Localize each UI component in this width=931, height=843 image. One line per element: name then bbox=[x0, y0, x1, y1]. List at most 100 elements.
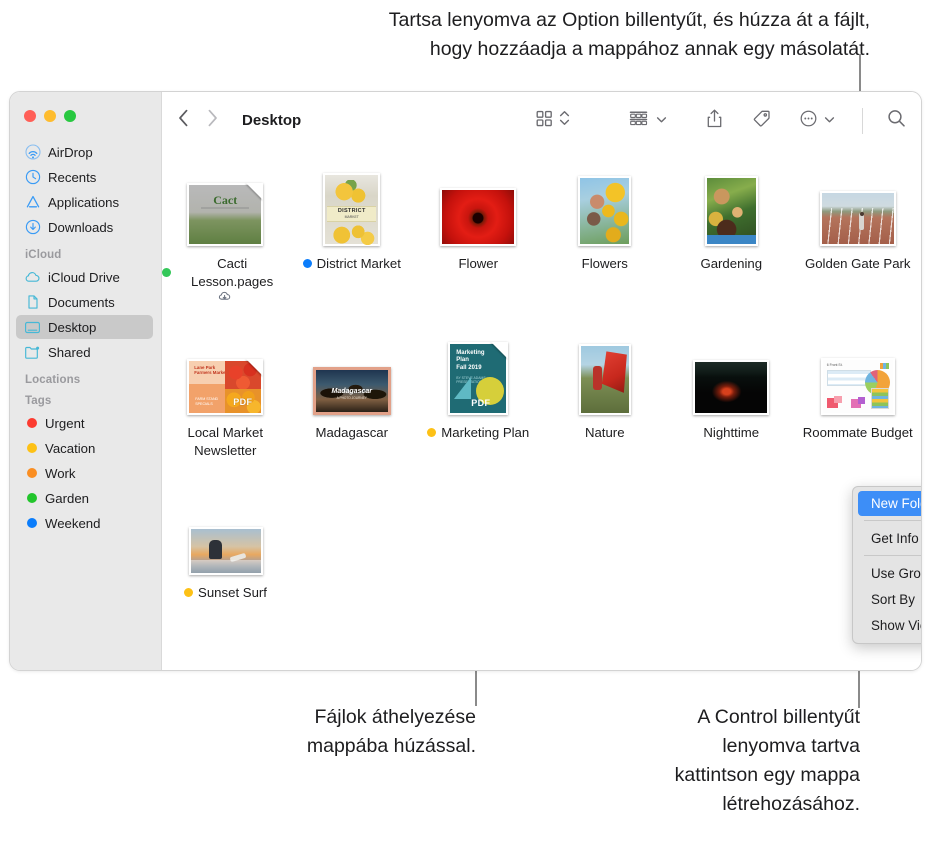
file-thumbnail bbox=[578, 335, 631, 415]
menu-item-show-view-options[interactable]: Show View Options bbox=[853, 612, 921, 638]
file-name-text: Gardening bbox=[700, 256, 763, 271]
menu-item-label: Sort By bbox=[871, 591, 915, 607]
file-label: Nature bbox=[542, 424, 668, 442]
sidebar-item-desktop[interactable]: Desktop bbox=[16, 315, 153, 339]
more-actions-button[interactable] bbox=[799, 109, 835, 133]
file-label: Flowers bbox=[542, 255, 668, 273]
tag-icon[interactable] bbox=[751, 108, 772, 134]
chevron-down-icon[interactable] bbox=[656, 112, 667, 130]
sidebar-item-icloud-drive[interactable]: iCloud Drive bbox=[16, 265, 153, 289]
icloud-download-icon[interactable] bbox=[218, 290, 232, 302]
sidebar-header-icloud: iCloud bbox=[25, 249, 62, 261]
file-item-cacti-lesson[interactable]: Cact Cacti Lesson.pages bbox=[162, 157, 289, 302]
file-item-sunset-surf[interactable]: Sunset Surf bbox=[162, 486, 289, 602]
sidebar-tag-urgent[interactable]: Urgent bbox=[16, 411, 153, 435]
window-controls bbox=[24, 110, 76, 122]
file-label: Local Market Newsletter bbox=[162, 424, 288, 459]
toolbar-divider bbox=[862, 107, 863, 134]
file-name-text: Cacti Lesson.pages bbox=[191, 256, 274, 289]
sidebar-item-label: AirDrop bbox=[48, 144, 93, 160]
ellipsis-circle-icon bbox=[799, 109, 818, 133]
desktop-icon bbox=[24, 319, 41, 336]
icon-view-grid-icon[interactable] bbox=[535, 109, 554, 133]
sidebar-item-label: Recents bbox=[48, 169, 97, 185]
sidebar-item-shared[interactable]: Shared bbox=[16, 340, 153, 364]
file-name-text: Madagascar bbox=[315, 425, 389, 440]
file-name-text: Nighttime bbox=[703, 425, 760, 440]
file-item-marketing-plan[interactable]: Marketing Plan Fall 2019 BY STEVE ADAMS PRE… bbox=[415, 326, 542, 459]
applications-icon bbox=[24, 194, 41, 211]
sidebar-item-applications[interactable]: Applications bbox=[16, 190, 153, 214]
menu-item-label: Show View Options bbox=[871, 617, 921, 633]
file-label: Madagascar bbox=[289, 424, 415, 442]
file-item-flowers[interactable]: Flowers bbox=[542, 157, 669, 302]
file-label: Sunset Surf bbox=[163, 584, 289, 602]
file-thumbnail bbox=[704, 166, 758, 246]
file-name-text: Sunset Surf bbox=[198, 585, 267, 600]
menu-separator bbox=[864, 555, 921, 556]
file-label: Cacti Lesson.pages bbox=[162, 255, 288, 302]
navigation-buttons bbox=[178, 109, 218, 132]
search-icon[interactable] bbox=[886, 108, 907, 134]
file-name-text: Local Market Newsletter bbox=[187, 425, 264, 458]
file-name-text: Nature bbox=[584, 425, 625, 440]
sidebar-tag-work[interactable]: Work bbox=[16, 461, 153, 485]
share-icon[interactable] bbox=[705, 108, 724, 134]
file-item-nature[interactable]: Nature bbox=[542, 326, 669, 459]
context-menu: New Folder Get Info Use Groups Sort By bbox=[852, 486, 921, 644]
file-item-district-market[interactable]: DISTRICT MARKET District Market bbox=[289, 157, 416, 302]
menu-item-use-groups[interactable]: Use Groups bbox=[853, 560, 921, 586]
tag-color-dot bbox=[427, 428, 437, 438]
file-thumbnail: Lane Park Farmers Market FARM STAND SPECIA… bbox=[187, 335, 264, 415]
menu-item-get-info[interactable]: Get Info bbox=[853, 525, 921, 551]
file-label: District Market bbox=[289, 255, 415, 273]
finder-window: AirDrop Recents Applications Downloads i… bbox=[9, 91, 922, 671]
sidebar-item-documents[interactable]: Documents bbox=[16, 290, 153, 314]
back-button[interactable] bbox=[178, 109, 189, 132]
file-name-text: Flower bbox=[458, 256, 499, 271]
sidebar-item-recents[interactable]: Recents bbox=[16, 165, 153, 189]
menu-separator bbox=[864, 520, 921, 521]
chevron-up-down-icon[interactable] bbox=[559, 108, 570, 133]
menu-item-sort-by[interactable]: Sort By bbox=[853, 586, 921, 612]
sidebar-item-label: iCloud Drive bbox=[48, 269, 120, 285]
file-item-flower[interactable]: Flower bbox=[415, 157, 542, 302]
content-pane: Desktop Cact Cacti Lesson.pages DISTRICT… bbox=[162, 92, 921, 670]
file-thumbnail: DISTRICT MARKET bbox=[323, 166, 381, 246]
group-by-rows-icon[interactable] bbox=[628, 109, 649, 133]
toolbar: Desktop bbox=[162, 92, 921, 149]
shared-folder-icon bbox=[24, 344, 41, 361]
sidebar-item-label: Work bbox=[45, 465, 76, 481]
sidebar: AirDrop Recents Applications Downloads i… bbox=[10, 92, 162, 670]
file-thumbnail bbox=[819, 166, 896, 246]
file-name-text: District Market bbox=[316, 256, 401, 271]
file-label: Roommate Budget bbox=[795, 424, 921, 442]
zoom-button[interactable] bbox=[64, 110, 76, 122]
file-item-gardening[interactable]: Gardening bbox=[668, 157, 795, 302]
sidebar-item-label: Shared bbox=[48, 344, 91, 360]
annotation-control-click: A Control billentyűt lenyomva tartva kat… bbox=[674, 706, 860, 815]
view-options-group bbox=[535, 108, 570, 133]
menu-item-new-folder[interactable]: New Folder bbox=[858, 491, 921, 516]
file-item-roommate-budget[interactable]: 6 Front St. Roommate Budget bbox=[795, 326, 922, 459]
file-item-golden-gate-park[interactable]: Golden Gate Park bbox=[795, 157, 922, 302]
file-row: Sunset Surf bbox=[162, 486, 921, 602]
sidebar-item-label: Urgent bbox=[45, 415, 85, 431]
file-item-nighttime[interactable]: Nighttime bbox=[668, 326, 795, 459]
sidebar-tag-vacation[interactable]: Vacation bbox=[16, 436, 153, 460]
file-item-local-market-newsletter[interactable]: Lane Park Farmers Market FARM STAND SPECIA… bbox=[162, 326, 289, 459]
sidebar-item-downloads[interactable]: Downloads bbox=[16, 215, 153, 239]
menu-item-label: New Folder bbox=[871, 496, 921, 511]
cloud-icon bbox=[24, 269, 41, 286]
minimize-button[interactable] bbox=[44, 110, 56, 122]
sidebar-tag-weekend[interactable]: Weekend bbox=[16, 511, 153, 535]
file-row: Cact Cacti Lesson.pages DISTRICT MARKET … bbox=[162, 157, 921, 302]
forward-button[interactable] bbox=[207, 109, 218, 132]
file-name-text: Flowers bbox=[581, 256, 628, 271]
sidebar-tag-garden[interactable]: Garden bbox=[16, 486, 153, 510]
close-button[interactable] bbox=[24, 110, 36, 122]
file-item-madagascar[interactable]: Madagascar A PHOTO JOURNEY Madagascar bbox=[289, 326, 416, 459]
sidebar-item-airdrop[interactable]: AirDrop bbox=[16, 140, 153, 164]
tag-color-dot bbox=[302, 259, 312, 269]
annotation-option-drag: Tartsa lenyomva az Option billentyűt, és… bbox=[388, 9, 870, 60]
